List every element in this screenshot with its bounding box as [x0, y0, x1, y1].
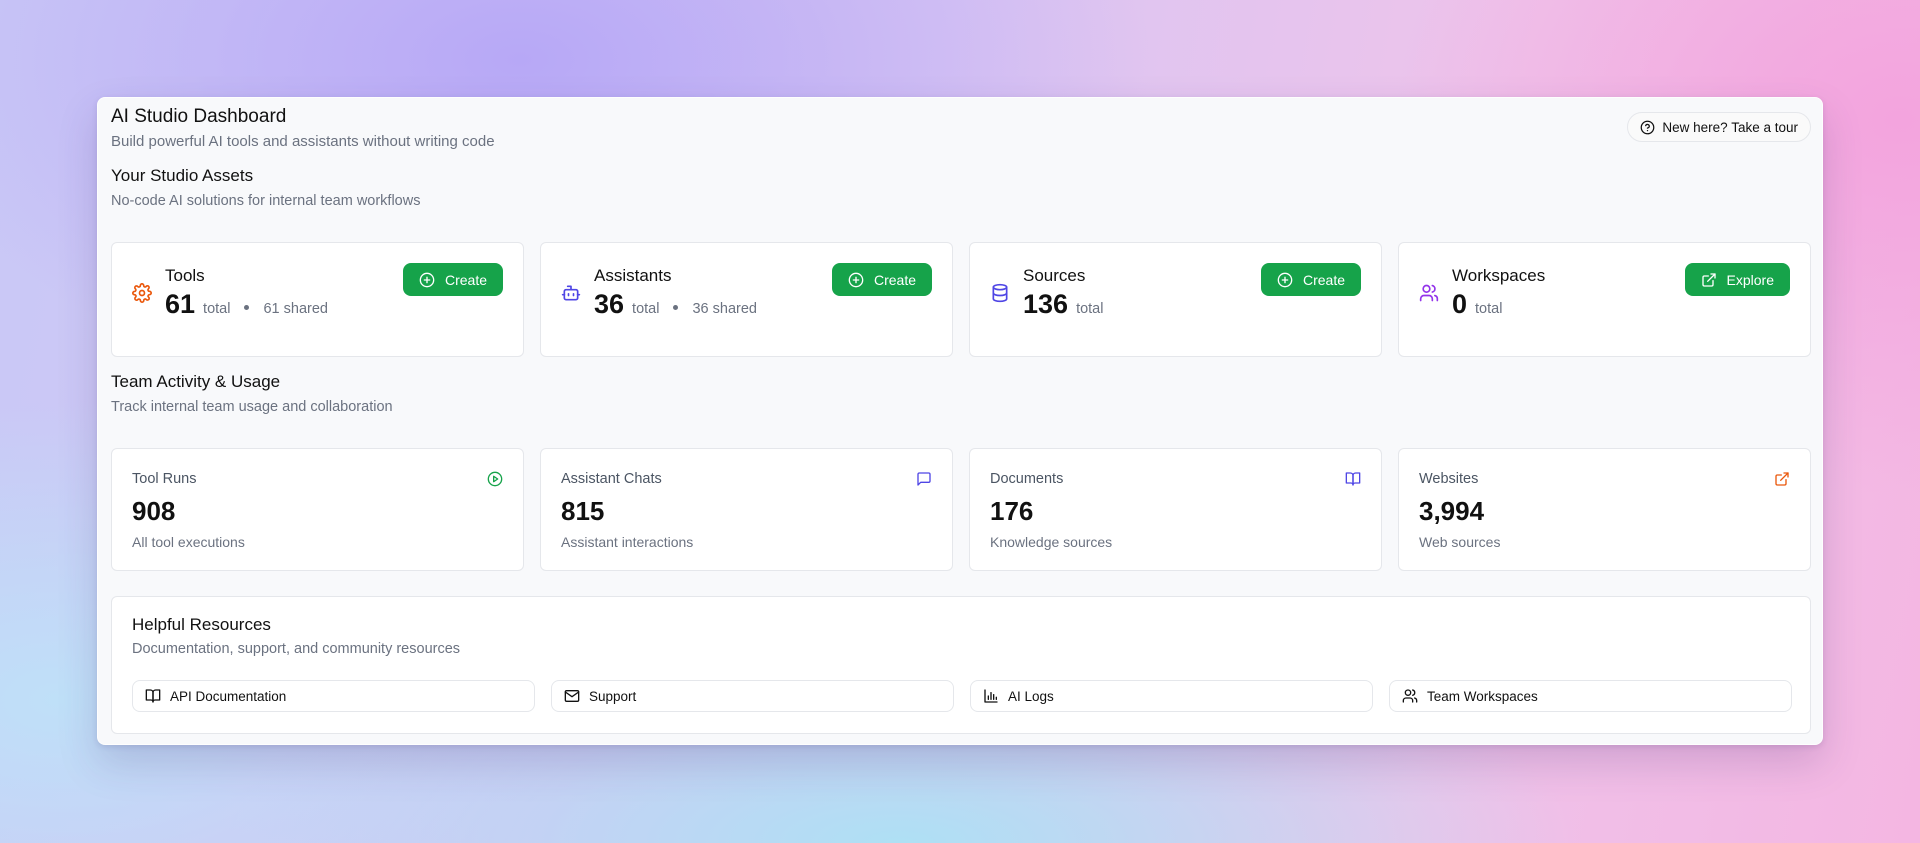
asset-name: Workspaces [1452, 266, 1546, 285]
stat-value: 815 [561, 496, 605, 526]
stat-card-documents: Documents 176 Knowledge sources [969, 448, 1382, 571]
stat-card-assistant-chats: Assistant Chats 815 Assistant interactio… [540, 448, 953, 571]
asset-count: 36 [594, 289, 625, 319]
asset-total-label: total [1475, 301, 1503, 317]
plus-circle-icon [1277, 272, 1293, 288]
asset-card-assistants: Assistants 36 total 36 shared Create [540, 242, 953, 357]
stat-card-tool-runs: Tool Runs 908 All tool executions [111, 448, 524, 571]
bot-icon [561, 283, 581, 303]
gear-icon [132, 283, 152, 303]
resource-link-label: AI Logs [1008, 688, 1054, 704]
external-link-icon [1774, 471, 1790, 487]
book-open-icon [1345, 471, 1361, 487]
asset-total-label: total [203, 301, 231, 317]
support-link[interactable]: Support [551, 680, 954, 712]
asset-stats: 36 total 36 shared [594, 289, 757, 320]
separator-dot [673, 305, 679, 310]
assets-section-subtitle: No-code AI solutions for internal team w… [111, 193, 421, 209]
take-tour-label: New here? Take a tour [1662, 119, 1798, 135]
create-button-label: Create [444, 271, 487, 288]
stat-label: Tool Runs [132, 471, 197, 487]
users-icon [1402, 688, 1418, 704]
asset-name: Assistants [594, 266, 672, 285]
create-assistant-button[interactable]: Create [831, 263, 932, 296]
asset-stats: 61 total 61 shared [165, 289, 328, 320]
create-tool-button[interactable]: Create [402, 263, 503, 296]
resource-link-label: Support [589, 688, 637, 704]
ai-logs-link[interactable]: AI Logs [970, 680, 1373, 712]
asset-count: 61 [165, 289, 196, 319]
asset-count: 0 [1452, 289, 1468, 319]
message-square-icon [916, 471, 932, 487]
resource-link-label: Team Workspaces [1427, 688, 1538, 704]
asset-name: Sources [1023, 266, 1086, 285]
separator-dot [244, 305, 250, 310]
asset-count: 136 [1023, 289, 1069, 319]
create-button-label: Create [1302, 271, 1345, 288]
mail-icon [564, 688, 580, 704]
explore-button-label: Explore [1726, 271, 1774, 288]
dashboard-window: AI Studio Dashboard Build powerful AI to… [97, 97, 1823, 745]
asset-name: Tools [165, 266, 205, 285]
resource-link-label: API Documentation [170, 688, 287, 704]
assets-section-title: Your Studio Assets [111, 166, 254, 185]
take-tour-button[interactable]: New here? Take a tour [1627, 112, 1811, 142]
stat-description: All tool executions [132, 534, 245, 550]
asset-total-label: total [632, 301, 660, 317]
stat-value: 3,994 [1419, 496, 1485, 526]
stat-card-websites: Websites 3,994 Web sources [1398, 448, 1811, 571]
asset-stats: 0 total [1452, 289, 1502, 320]
asset-stats: 136 total [1023, 289, 1103, 320]
asset-card-tools: Tools 61 total 61 shared Create [111, 242, 524, 357]
plus-circle-icon [848, 272, 864, 288]
api-documentation-link[interactable]: API Documentation [132, 680, 535, 712]
users-icon [1419, 283, 1439, 303]
asset-card-workspaces: Workspaces 0 total Explore [1398, 242, 1811, 357]
page-subtitle: Build powerful AI tools and assistants w… [111, 133, 495, 150]
stat-value: 908 [132, 496, 176, 526]
book-open-icon [145, 688, 161, 704]
team-workspaces-link[interactable]: Team Workspaces [1389, 680, 1792, 712]
play-circle-icon [487, 471, 503, 487]
stat-label: Assistant Chats [561, 471, 662, 487]
stat-description: Assistant interactions [561, 534, 694, 550]
stat-label: Websites [1419, 471, 1479, 487]
helpful-resources-card: Helpful Resources Documentation, support… [111, 596, 1811, 734]
plus-circle-icon [419, 272, 435, 288]
activity-section-title: Team Activity & Usage [111, 372, 281, 391]
asset-shared-label: 61 shared [263, 301, 328, 317]
database-icon [990, 283, 1010, 303]
asset-card-sources: Sources 136 total Create [969, 242, 1382, 357]
create-source-button[interactable]: Create [1260, 263, 1361, 296]
asset-total-label: total [1076, 301, 1104, 317]
activity-section-subtitle: Track internal team usage and collaborat… [111, 399, 393, 415]
create-button-label: Create [873, 271, 916, 288]
resources-title: Helpful Resources [132, 615, 271, 634]
stat-label: Documents [990, 471, 1064, 487]
bar-chart-icon [983, 688, 999, 704]
asset-shared-label: 36 shared [692, 301, 757, 317]
page-title: AI Studio Dashboard [111, 106, 287, 127]
resources-subtitle: Documentation, support, and community re… [132, 641, 461, 657]
external-link-icon [1701, 272, 1717, 288]
stat-value: 176 [990, 496, 1034, 526]
help-circle-icon [1640, 120, 1655, 135]
explore-workspaces-button[interactable]: Explore [1684, 263, 1790, 296]
stat-description: Web sources [1419, 534, 1501, 550]
stat-description: Knowledge sources [990, 534, 1113, 550]
